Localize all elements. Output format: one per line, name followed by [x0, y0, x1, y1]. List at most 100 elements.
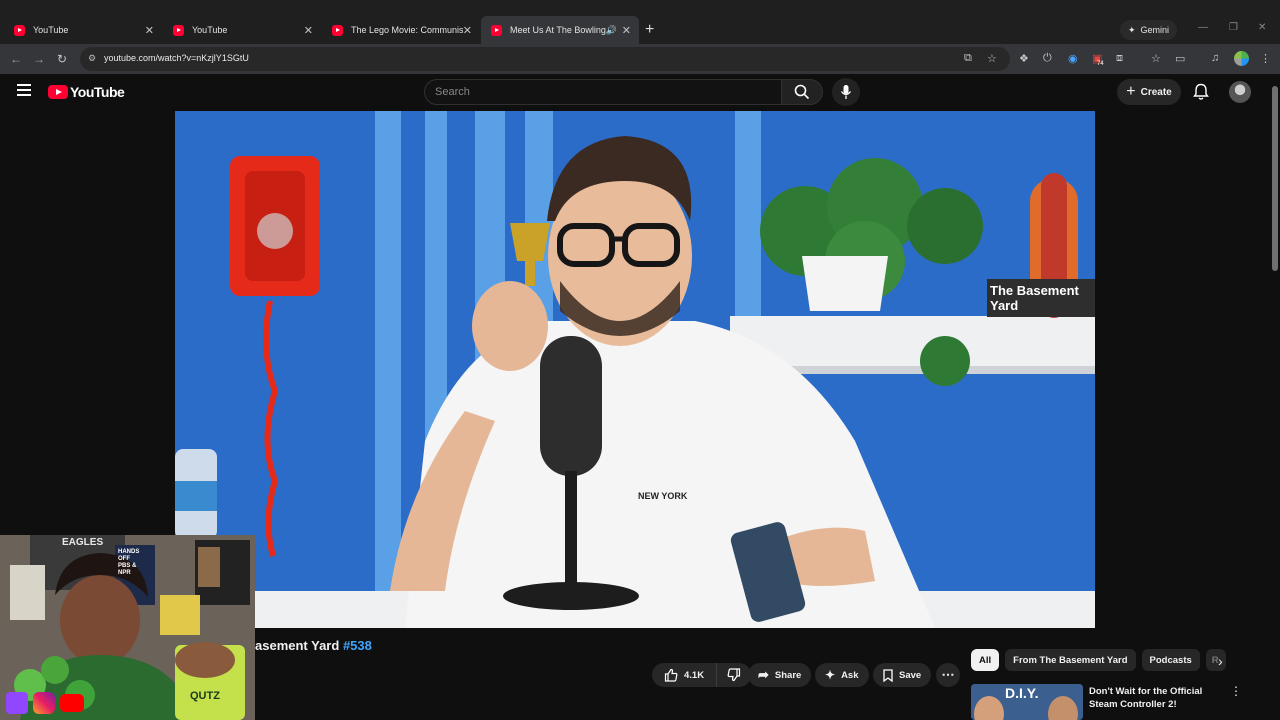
- browser-tab-bar: YouTube ✕ YouTube ✕ The Lego Movie: Comm…: [0, 0, 1280, 44]
- account-avatar[interactable]: [1229, 81, 1251, 103]
- install-app-icon[interactable]: ⧉: [964, 52, 972, 65]
- search-button[interactable]: [781, 79, 823, 105]
- hamburger-menu-icon[interactable]: [17, 84, 31, 96]
- tab-title: YouTube: [192, 25, 228, 35]
- save-group: Save: [873, 663, 932, 687]
- save-button[interactable]: Save: [873, 663, 932, 687]
- webcam-poster-text: EAGLES: [62, 537, 104, 548]
- youtube-favicon-icon: [332, 24, 343, 36]
- share-label: Share: [774, 669, 802, 681]
- close-tab-icon[interactable]: ✕: [304, 24, 313, 37]
- bookmark-star-icon[interactable]: ☆: [987, 52, 997, 65]
- more-actions-button[interactable]: ⋯: [936, 663, 960, 687]
- chips-next-chevron-icon[interactable]: ›: [1218, 653, 1223, 669]
- browser-tab-2[interactable]: YouTube ✕: [163, 16, 321, 44]
- dislike-button[interactable]: [717, 663, 752, 687]
- frame-sign-text: The Basement Yard: [990, 283, 1079, 313]
- window-close-icon[interactable]: ✕: [1258, 22, 1266, 33]
- thumbs-up-icon: [664, 668, 678, 682]
- youtube-play-logo-icon: [48, 85, 68, 99]
- twitch-icon: [6, 692, 28, 714]
- extension-icon[interactable]: ❖: [1019, 52, 1029, 65]
- page-scrollbar[interactable]: [1272, 86, 1278, 271]
- close-tab-icon[interactable]: ✕: [463, 24, 472, 37]
- address-bar[interactable]: ⚙ youtube.com/watch?v=nKzjlY1SGtU: [80, 47, 1010, 71]
- tab-title: YouTube: [33, 25, 69, 35]
- share-group: ➦ Share: [748, 663, 812, 687]
- recommendation-menu-icon[interactable]: ⋮: [1230, 684, 1242, 698]
- thumbnail-text: D.I.Y.: [1005, 685, 1039, 701]
- instagram-icon: [33, 692, 55, 714]
- profile-avatar-icon[interactable]: [1234, 51, 1249, 66]
- create-label: Create: [1140, 86, 1172, 98]
- like-count: 4.1K: [684, 669, 705, 681]
- search-input[interactable]: Search: [424, 79, 782, 105]
- plus-icon: +: [1126, 83, 1136, 100]
- minimize-icon[interactable]: —: [1198, 22, 1208, 33]
- sparkle-icon: ✦: [825, 668, 836, 682]
- youtube-masthead: YouTube Search + Create: [0, 74, 1280, 111]
- chip-all[interactable]: All: [971, 649, 1000, 671]
- browser-tab-3[interactable]: The Lego Movie: Communist Pr ✕: [322, 16, 480, 44]
- like-button[interactable]: 4.1K: [652, 663, 718, 687]
- maximize-icon[interactable]: ❐: [1229, 22, 1238, 33]
- close-tab-icon[interactable]: ✕: [145, 24, 154, 37]
- video-frame: [175, 111, 1095, 628]
- ask-button[interactable]: ✦ Ask: [815, 663, 869, 687]
- share-button[interactable]: ➦ Share: [748, 663, 812, 687]
- media-controls-icon[interactable]: ♫: [1211, 52, 1219, 64]
- reload-icon[interactable]: ↻: [57, 52, 67, 66]
- extensions-puzzle-icon[interactable]: ⧈: [1116, 52, 1123, 65]
- chip-from-channel[interactable]: From The Basement Yard: [1005, 649, 1136, 671]
- forward-icon[interactable]: →: [33, 52, 45, 66]
- youtube-wordmark: YouTube: [70, 84, 125, 100]
- site-settings-icon[interactable]: ⚙: [88, 53, 96, 64]
- notifications-bell-icon[interactable]: [1193, 83, 1209, 101]
- youtube-logo[interactable]: YouTube: [48, 84, 125, 100]
- microphone-icon: [840, 85, 852, 99]
- youtube-favicon-icon: [14, 24, 25, 36]
- search-icon: [794, 84, 810, 100]
- create-button[interactable]: + Create: [1117, 79, 1181, 105]
- close-tab-icon[interactable]: ✕: [622, 24, 631, 37]
- new-tab-button[interactable]: +: [645, 21, 654, 39]
- voice-search-button[interactable]: [832, 78, 860, 106]
- video-title: asement Yard #538: [255, 638, 372, 653]
- snack-bag-text: QUTZ: [190, 690, 220, 702]
- bookmark-icon: [883, 668, 893, 682]
- recommendation-thumbnail[interactable]: D.I.Y.: [971, 684, 1083, 720]
- url-text: youtube.com/watch?v=nKzjlY1SGtU: [104, 53, 249, 63]
- tab-title: The Lego Movie: Communist Pr: [351, 25, 463, 35]
- episode-hashtag-link[interactable]: #538: [343, 638, 372, 653]
- bookmarks-icon[interactable]: ☆: [1151, 52, 1161, 65]
- video-player[interactable]: The Basement Yard NEW YORK: [175, 111, 1095, 628]
- youtube-social-icon: [60, 694, 84, 712]
- sign-line: NPR: [118, 570, 131, 576]
- recommendation-title[interactable]: Don't Wait for the Official Steam Contro…: [1089, 685, 1224, 711]
- power-extension-icon[interactable]: ⏻: [1043, 52, 1052, 65]
- save-label: Save: [899, 669, 922, 681]
- webcam-sign: HANDS OFF PBS & NPR: [118, 549, 139, 577]
- youtube-favicon-icon: [173, 24, 184, 36]
- ask-group: ✦ Ask: [815, 663, 869, 687]
- audio-playing-icon[interactable]: 🔊: [606, 25, 617, 36]
- browser-tab-1[interactable]: YouTube ✕: [4, 16, 162, 44]
- shirt-text: NEW YORK: [638, 491, 688, 501]
- audio-extension-icon[interactable]: ◉: [1068, 52, 1078, 65]
- share-arrow-icon: ➦: [758, 667, 769, 682]
- extension-badge-count: 74: [1097, 61, 1104, 67]
- tab-title: Meet Us At The Bowling Alle: [510, 25, 606, 35]
- gemini-label: Gemini: [1140, 25, 1170, 35]
- side-panel-icon[interactable]: ▭: [1175, 52, 1185, 65]
- ask-label: Ask: [841, 669, 859, 681]
- sign-line: OFF: [118, 556, 130, 562]
- gemini-button[interactable]: ✦ Gemini: [1120, 20, 1178, 40]
- chip-podcasts[interactable]: Podcasts: [1141, 649, 1200, 671]
- more-actions-group: ⋯: [936, 663, 960, 687]
- like-dislike-group: 4.1K: [652, 663, 752, 687]
- browser-menu-icon[interactable]: ⋮: [1260, 52, 1271, 65]
- sign-line: HANDS: [118, 549, 140, 555]
- browser-tab-4-active[interactable]: Meet Us At The Bowling Alle 🔊 ✕: [481, 16, 639, 44]
- search-placeholder: Search: [435, 86, 470, 98]
- back-icon[interactable]: ←: [10, 52, 22, 66]
